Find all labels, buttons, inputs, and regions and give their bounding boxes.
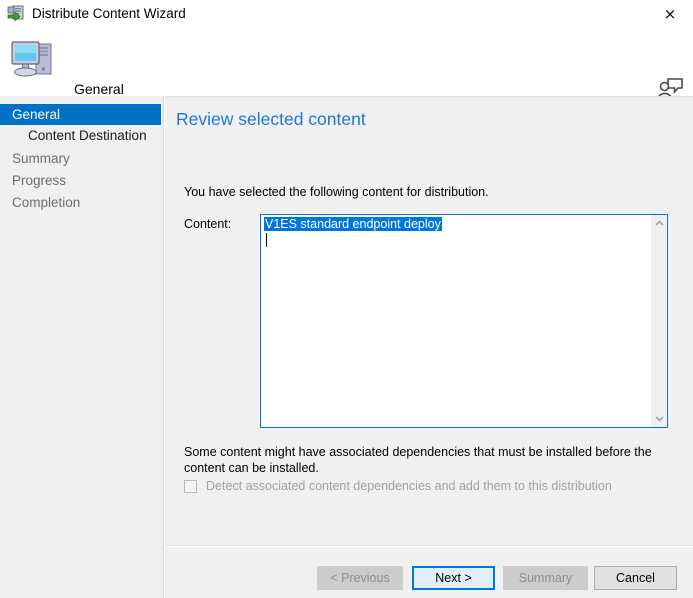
page-title: Review selected content	[176, 109, 366, 130]
sidebar-item-completion[interactable]: Completion	[0, 192, 161, 213]
wizard-step-sidebar: General Content Destination Summary Prog…	[0, 96, 163, 598]
sidebar-item-summary[interactable]: Summary	[0, 148, 161, 169]
sidebar-item-content-destination[interactable]: Content Destination	[0, 125, 161, 146]
close-icon: ×	[664, 7, 677, 22]
title-bar: Distribute Content Wizard ×	[0, 0, 693, 29]
chevron-down-icon[interactable]	[651, 410, 667, 427]
detect-dependencies-label: Detect associated content dependencies a…	[206, 479, 612, 493]
sidebar-item-label: Summary	[0, 148, 161, 169]
main-panel-top-rule	[165, 96, 693, 97]
cancel-button[interactable]: Cancel	[594, 566, 677, 590]
wizard-header: General	[0, 29, 693, 96]
summary-button: Summary	[503, 566, 588, 590]
computer-icon	[9, 38, 61, 84]
content-list-textarea[interactable]: V1ES standard endpoint deploy	[260, 214, 668, 428]
sidebar-item-label: Progress	[0, 170, 161, 191]
header-title: General	[74, 81, 124, 97]
close-button[interactable]: ×	[647, 0, 693, 29]
intro-text: You have selected the following content …	[184, 185, 489, 199]
chevron-up-icon[interactable]	[651, 215, 667, 232]
next-button[interactable]: Next >	[412, 566, 495, 590]
sidebar-item-label: General	[0, 104, 161, 125]
window-title: Distribute Content Wizard	[32, 5, 186, 23]
content-scrollbar[interactable]	[650, 215, 667, 427]
sidebar-item-progress[interactable]: Progress	[0, 170, 161, 191]
content-selected-item: V1ES standard endpoint deploy	[264, 217, 442, 231]
sidebar-item-label: Content Destination	[0, 125, 161, 146]
distribute-content-icon	[6, 4, 26, 24]
text-caret	[266, 233, 267, 247]
distribute-content-wizard-window: Distribute Content Wizard × G	[0, 0, 693, 598]
detect-dependencies-checkbox-row: Detect associated content dependencies a…	[184, 479, 612, 493]
sidebar-item-label: Completion	[0, 192, 161, 213]
previous-button: < Previous	[317, 566, 403, 590]
content-text[interactable]: V1ES standard endpoint deploy	[261, 215, 649, 427]
dependency-note: Some content might have associated depen…	[184, 444, 670, 476]
sidebar-item-general[interactable]: General	[0, 104, 161, 125]
detect-dependencies-checkbox	[184, 480, 197, 493]
content-field-label: Content:	[184, 217, 231, 231]
